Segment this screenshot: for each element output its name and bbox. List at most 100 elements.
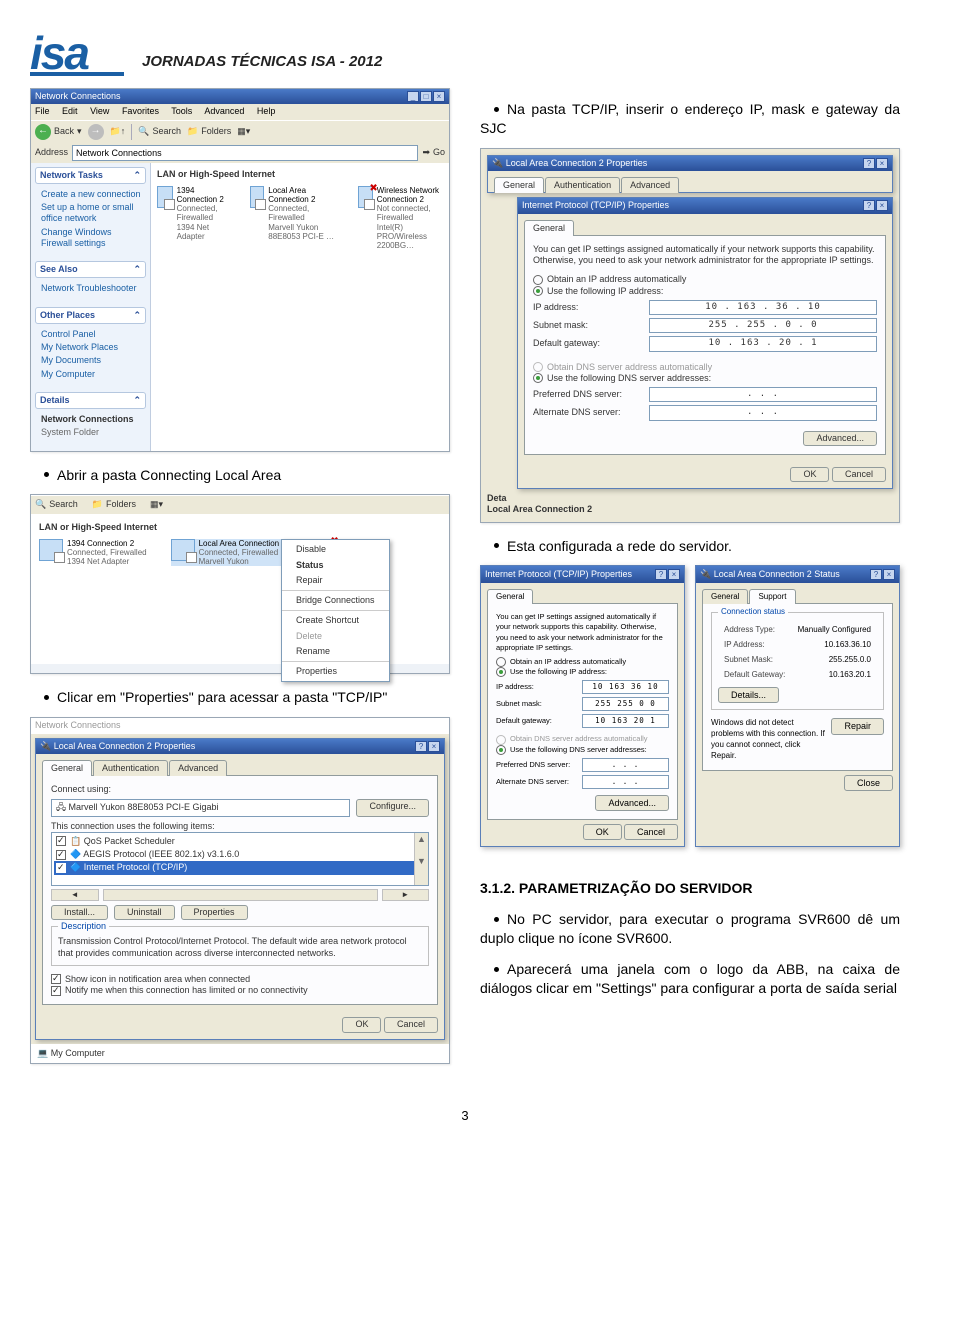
sidebar-link[interactable]: Change Windows Firewall settings [41, 227, 144, 250]
connection-item[interactable]: 1394 Connection 2Connected, Firewalled13… [39, 539, 147, 567]
menu-view[interactable]: View [90, 106, 109, 116]
views-button[interactable]: ▦▾ [237, 126, 250, 137]
tab-auth[interactable]: Authentication [545, 177, 620, 193]
ok-button[interactable]: OK [342, 1017, 381, 1032]
ctx-properties[interactable]: Properties [282, 664, 389, 679]
pdns-input[interactable]: . . . [582, 758, 669, 772]
uninstall-button[interactable]: Uninstall [114, 905, 175, 920]
tab-auth[interactable]: Authentication [93, 760, 168, 776]
sidebar-link[interactable]: My Documents [41, 355, 144, 366]
chk-notify[interactable]: Notify me when this connection has limit… [65, 985, 308, 995]
context-menu[interactable]: Disable Status Repair Bridge Connections… [281, 539, 390, 682]
advanced-button[interactable]: Advanced... [803, 431, 877, 446]
go-button[interactable]: ➡ Go [422, 147, 445, 158]
configure-button[interactable]: Configure... [356, 799, 429, 816]
radio-manual-ip[interactable]: Use the following IP address: [547, 286, 663, 296]
sidebar-see-also[interactable]: See Also⌃ [35, 261, 146, 278]
mask-input[interactable]: 255 255 0 0 [582, 697, 669, 711]
adns-input[interactable]: . . . [582, 775, 669, 789]
tab-adv[interactable]: Advanced [621, 177, 679, 193]
cancel-button[interactable]: Cancel [384, 1017, 438, 1032]
properties-button[interactable]: Properties [181, 905, 248, 920]
sidebar-link[interactable]: My Computer [41, 369, 144, 380]
outer-tabs[interactable]: General Authentication Advanced [494, 177, 886, 193]
sidebar-link[interactable]: Set up a home or small office network [41, 202, 144, 225]
dialog-controls[interactable]: ?× [862, 200, 888, 211]
forward-button[interactable]: → [88, 124, 104, 140]
toolbar[interactable]: ←Back ▾ → 📁↑ 🔍 Search 📁 Folders ▦▾ [31, 120, 449, 143]
connection-item-selected[interactable]: Local Area Connection 2Connected, Firewa… [171, 539, 286, 567]
ctx-shortcut[interactable]: Create Shortcut [282, 613, 389, 628]
folders-bar[interactable]: 🔍 Search 📁 Folders ▦▾ [31, 495, 449, 513]
radio-manual-ip[interactable]: Use the following IP address: [510, 667, 607, 676]
tab-general[interactable]: General [487, 589, 533, 605]
details-button[interactable]: Details... [718, 687, 779, 703]
address-bar[interactable]: Address ➡ Go [31, 143, 449, 163]
menu-edit[interactable]: Edit [62, 106, 78, 116]
ctx-status[interactable]: Status [282, 558, 389, 573]
connection-item[interactable]: Local Area Connection 2Connected, Firewa… [250, 186, 335, 250]
dialog-controls[interactable]: ?× [654, 568, 680, 580]
items-listbox[interactable]: ▲▼ 📋 QoS Packet Scheduler 🔷 AEGIS Protoc… [51, 832, 429, 886]
connection-item[interactable]: 1394 Connection 2Connected, Firewalled13… [157, 186, 226, 250]
radio-auto-ip[interactable]: Obtain an IP address automatically [510, 657, 626, 666]
folders-button[interactable]: 📁 Folders [92, 499, 136, 510]
sidebar-other-places[interactable]: Other Places⌃ [35, 307, 146, 324]
views-button[interactable]: ▦▾ [150, 499, 163, 510]
desktop-icon[interactable]: 💻 My Computer [31, 1044, 449, 1063]
dialog-controls[interactable]: ?× [869, 568, 895, 580]
menu-favorites[interactable]: Favorites [122, 106, 159, 116]
cancel-button[interactable]: Cancel [624, 824, 678, 840]
tab-adv[interactable]: Advanced [169, 760, 227, 776]
adns-input[interactable]: . . . [649, 405, 877, 420]
radio-auto-ip[interactable]: Obtain an IP address automatically [547, 274, 686, 284]
pdns-input[interactable]: . . . [649, 387, 877, 402]
tab-general[interactable]: General [42, 760, 92, 776]
up-button[interactable]: 📁↑ [110, 126, 126, 137]
tab-support[interactable]: Support [749, 589, 795, 605]
install-button[interactable]: Install... [51, 905, 108, 920]
dialog-controls[interactable]: ?× [414, 741, 440, 752]
ctx-rename[interactable]: Rename [282, 644, 389, 659]
menu-advanced[interactable]: Advanced [204, 106, 244, 116]
radio-manual-dns[interactable]: Use the following DNS server addresses: [510, 745, 647, 754]
tab-general[interactable]: General [702, 589, 748, 605]
close-button[interactable]: Close [844, 775, 893, 791]
back-button[interactable]: ←Back ▾ [35, 124, 82, 140]
sidebar-link[interactable]: My Network Places [41, 342, 144, 353]
advanced-button[interactable]: Advanced... [595, 795, 669, 811]
folders-button[interactable]: 📁 Folders [187, 126, 231, 137]
menubar[interactable]: File Edit View Favorites Tools Advanced … [31, 104, 449, 119]
sidebar-link[interactable]: Create a new connection [41, 189, 144, 200]
ctx-disable[interactable]: Disable [282, 542, 389, 557]
sidebar-network-tasks[interactable]: Network Tasks⌃ [35, 167, 146, 184]
menu-file[interactable]: File [35, 106, 50, 116]
menu-help[interactable]: Help [257, 106, 276, 116]
sidebar-details[interactable]: Details⌃ [35, 392, 146, 409]
connection-item[interactable]: ✖ Wireless Network Connection 2Not conne… [358, 186, 443, 250]
status-tabs[interactable]: General Support [702, 589, 893, 605]
gw-input[interactable]: 10 . 163 . 20 . 1 [649, 336, 877, 351]
ip-input[interactable]: 10 . 163 . 36 . 10 [649, 300, 877, 315]
ok-button[interactable]: OK [790, 467, 829, 482]
menu-tools[interactable]: Tools [171, 106, 192, 116]
sidebar-link[interactable]: Control Panel [41, 329, 144, 340]
radio-manual-dns[interactable]: Use the following DNS server addresses: [547, 373, 711, 383]
dialog-tabs[interactable]: General Authentication Advanced [42, 760, 438, 776]
ctx-repair[interactable]: Repair [282, 573, 389, 588]
cancel-button[interactable]: Cancel [832, 467, 886, 482]
sidebar-link[interactable]: Network Troubleshooter [41, 283, 144, 294]
tab-general[interactable]: General [524, 220, 574, 236]
chk-show-icon[interactable]: Show icon in notification area when conn… [65, 974, 250, 984]
address-input[interactable] [72, 145, 418, 161]
dialog-controls[interactable]: ?× [862, 158, 888, 169]
search-button[interactable]: 🔍 Search [35, 499, 78, 510]
window-controls[interactable]: _□× [406, 91, 445, 102]
ctx-bridge[interactable]: Bridge Connections [282, 593, 389, 608]
mask-input[interactable]: 255 . 255 . 0 . 0 [649, 318, 877, 333]
ip-input[interactable]: 10 163 36 10 [582, 680, 669, 694]
gw-input[interactable]: 10 163 20 1 [582, 714, 669, 728]
tab-general[interactable]: General [494, 177, 544, 193]
search-button[interactable]: 🔍 Search [138, 126, 181, 137]
ok-button[interactable]: OK [583, 824, 622, 840]
